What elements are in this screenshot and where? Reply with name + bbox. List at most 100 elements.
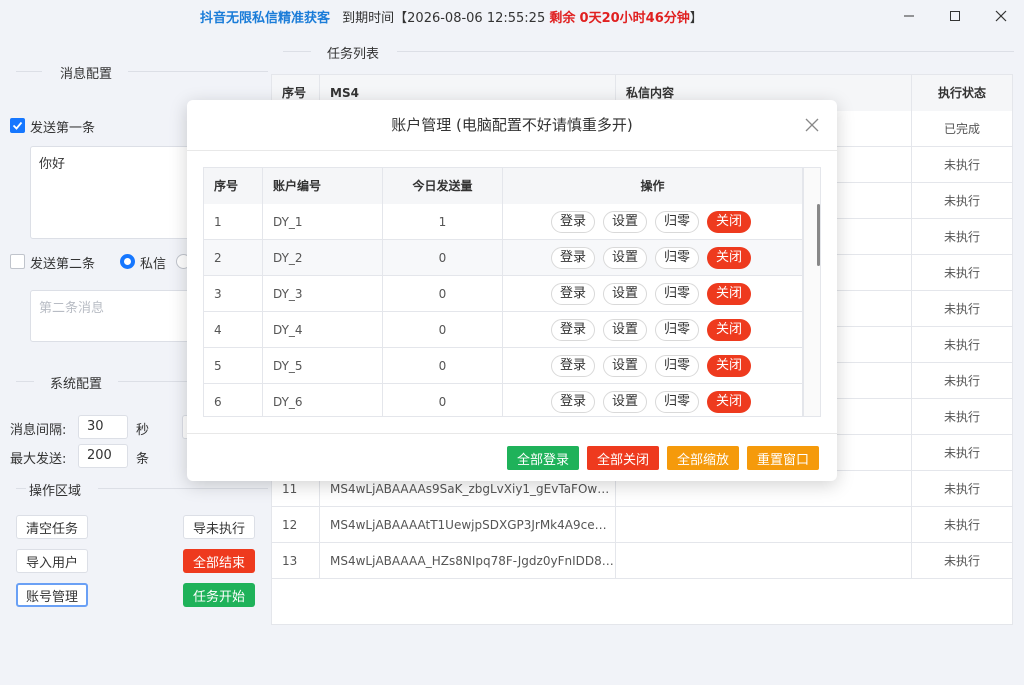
account-actions: 登录 设置 归零 关闭 xyxy=(503,276,803,312)
login-all-button[interactable]: 全部登录 xyxy=(507,446,579,470)
remaining-label: 剩余 xyxy=(549,11,576,26)
row-close-button[interactable]: 关闭 xyxy=(707,355,751,377)
row-close-button[interactable]: 关闭 xyxy=(707,283,751,305)
account-sent-count: 0 xyxy=(383,384,503,416)
row-close-button[interactable]: 关闭 xyxy=(707,391,751,413)
col-no-header: 序号 xyxy=(204,168,263,204)
table-row[interactable]: 12 MS4wLjABAAAAtT1UewjpSDXGP3JrMk4A9ceGmi… xyxy=(272,507,1012,543)
clear-tasks-button[interactable]: 清空任务 xyxy=(16,515,88,539)
account-dialog: 账户管理 (电脑配置不好请慎重多开) 序号 账户编号 今日发送量 操作 1 DY_… xyxy=(187,100,837,481)
table-row: 2 DY_2 0 登录 设置 归零 关闭 xyxy=(204,240,803,276)
minimize-icon xyxy=(904,15,914,17)
row-reset-button[interactable]: 归零 xyxy=(655,283,699,305)
row-reset-button[interactable]: 归零 xyxy=(655,355,699,377)
minimize-button[interactable] xyxy=(886,0,932,32)
bracket-close: 】 xyxy=(689,11,703,26)
table-row[interactable]: 13 MS4wLjABAAAA_HZs8NIpq78F-Jgdz0yFnIDD8U… xyxy=(272,543,1012,579)
account-actions: 登录 设置 归零 关闭 xyxy=(503,384,803,416)
reset-window-button[interactable]: 重置窗口 xyxy=(747,446,819,470)
send-second-checkbox[interactable] xyxy=(10,254,25,269)
dialog-close-button[interactable] xyxy=(803,116,821,134)
account-id: DY_5 xyxy=(263,348,383,384)
dialog-title: 账户管理 (电脑配置不好请慎重多开) xyxy=(391,116,633,134)
maximize-icon xyxy=(950,11,960,21)
col-status-header: 执行状态 xyxy=(912,75,1012,111)
account-no: 6 xyxy=(204,384,263,416)
account-sent-count: 0 xyxy=(383,312,503,348)
end-all-button[interactable]: 全部结束 xyxy=(183,549,255,573)
minimize-all-button[interactable]: 全部缩放 xyxy=(667,446,739,470)
private-message-radio[interactable] xyxy=(120,254,135,269)
task-status: 未执行 xyxy=(943,410,980,424)
window-close-button[interactable] xyxy=(978,0,1024,32)
row-login-button[interactable]: 登录 xyxy=(551,211,595,233)
col-actions-header: 操作 xyxy=(503,168,803,204)
row-settings-button[interactable]: 设置 xyxy=(603,247,647,269)
row-login-button[interactable]: 登录 xyxy=(551,319,595,341)
row-settings-button[interactable]: 设置 xyxy=(603,355,647,377)
divider xyxy=(98,488,268,489)
system-config-title: 系统配置 xyxy=(50,377,103,392)
task-status: 已完成 xyxy=(943,122,980,136)
row-login-button[interactable]: 登录 xyxy=(551,247,595,269)
row-settings-button[interactable]: 设置 xyxy=(603,319,647,341)
table-row: 5 DY_5 0 登录 设置 归零 关闭 xyxy=(204,348,803,384)
divider xyxy=(16,71,42,72)
table-row: 4 DY_4 0 登录 设置 归零 关闭 xyxy=(204,312,803,348)
close-icon xyxy=(805,118,819,132)
account-sent-count: 1 xyxy=(383,204,503,240)
max-send-label: 最大发送: xyxy=(10,452,67,467)
account-actions: 登录 设置 归零 关闭 xyxy=(503,348,803,384)
divider xyxy=(397,51,1014,52)
scrollbar-thumb[interactable] xyxy=(817,204,820,266)
close-icon xyxy=(995,10,1007,22)
task-no: 12 xyxy=(272,507,320,543)
account-id: DY_6 xyxy=(263,384,383,416)
account-manage-button[interactable]: 账号管理 xyxy=(16,583,88,607)
row-reset-button[interactable]: 归零 xyxy=(655,319,699,341)
row-settings-button[interactable]: 设置 xyxy=(603,391,647,413)
send-second-label[interactable]: 发送第二条 xyxy=(30,253,95,272)
col-account-header: 账户编号 xyxy=(263,168,383,204)
row-login-button[interactable]: 登录 xyxy=(551,283,595,305)
account-sent-count: 0 xyxy=(383,348,503,384)
import-users-button[interactable]: 导入用户 xyxy=(16,549,88,573)
expire-time: 到期时间【2026-08-06 12:55:25 xyxy=(342,11,546,26)
row-close-button[interactable]: 关闭 xyxy=(707,247,751,269)
account-id: DY_1 xyxy=(263,204,383,240)
divider xyxy=(128,71,268,72)
row-login-button[interactable]: 登录 xyxy=(551,355,595,377)
max-send-input[interactable]: 200 xyxy=(78,444,128,468)
table-row: 6 DY_6 0 登录 设置 归零 关闭 xyxy=(204,384,803,416)
account-no: 3 xyxy=(204,276,263,312)
divider xyxy=(16,488,26,489)
close-all-button[interactable]: 全部关闭 xyxy=(587,446,659,470)
send-first-checkbox[interactable] xyxy=(10,118,25,133)
row-close-button[interactable]: 关闭 xyxy=(707,211,751,233)
account-sent-count: 0 xyxy=(383,240,503,276)
table-row: 1 DY_1 1 登录 设置 归零 关闭 xyxy=(204,204,803,240)
row-reset-button[interactable]: 归零 xyxy=(655,247,699,269)
app-name: 抖音无限私信精准获客 xyxy=(200,11,331,26)
row-login-button[interactable]: 登录 xyxy=(551,391,595,413)
row-close-button[interactable]: 关闭 xyxy=(707,319,751,341)
task-ms4: MS4wLjABAAAAtT1UewjpSDXGP3JrMk4A9ceGmi..… xyxy=(320,507,616,543)
row-settings-button[interactable]: 设置 xyxy=(603,211,647,233)
start-task-button[interactable]: 任务开始 xyxy=(183,583,255,607)
task-status: 未执行 xyxy=(943,302,980,316)
row-settings-button[interactable]: 设置 xyxy=(603,283,647,305)
account-id: DY_3 xyxy=(263,276,383,312)
operations-title: 操作区域 xyxy=(29,484,82,499)
maximize-button[interactable] xyxy=(932,0,978,32)
task-status: 未执行 xyxy=(943,554,980,568)
task-status: 未执行 xyxy=(943,518,980,532)
interval-input[interactable]: 30 xyxy=(78,415,128,439)
account-actions: 登录 设置 归零 关闭 xyxy=(503,312,803,348)
task-status: 未执行 xyxy=(943,158,980,172)
private-message-label[interactable]: 私信 xyxy=(140,253,166,272)
row-reset-button[interactable]: 归零 xyxy=(655,211,699,233)
export-pending-button[interactable]: 导未执行 xyxy=(183,515,255,539)
send-first-label[interactable]: 发送第一条 xyxy=(30,117,95,136)
row-reset-button[interactable]: 归零 xyxy=(655,391,699,413)
account-no: 1 xyxy=(204,204,263,240)
